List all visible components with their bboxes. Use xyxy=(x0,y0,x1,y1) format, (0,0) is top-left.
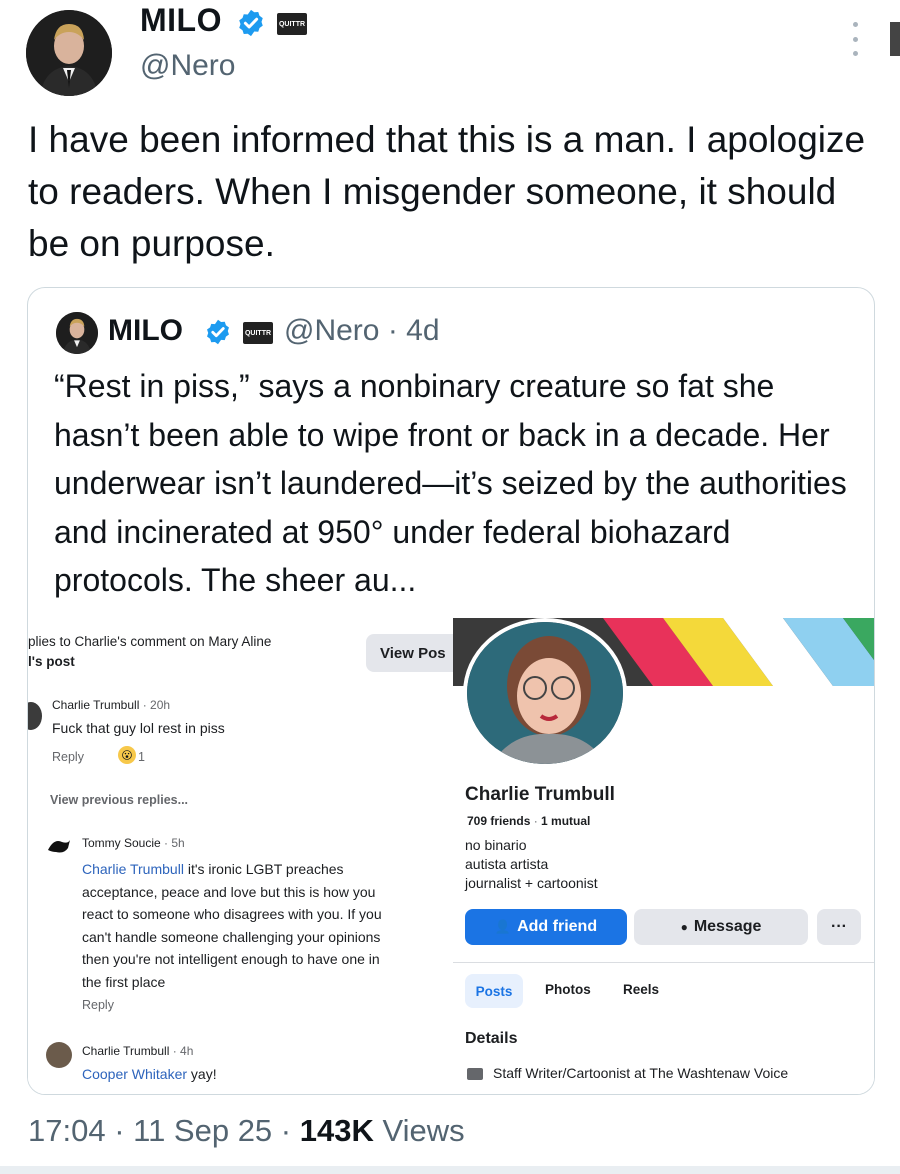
view-post-button[interactable]: View Pos xyxy=(366,634,466,672)
quoted-tweet-card[interactable]: MILO QUITTR @Nero · 4d “Rest in piss,” s… xyxy=(27,287,875,1095)
comment-author-line: Charlie Trumbull · 20h xyxy=(52,698,170,712)
quote-author-name[interactable]: MILO xyxy=(108,314,183,348)
profile-name[interactable]: Charlie Trumbull xyxy=(465,784,615,806)
friends-count[interactable]: 709 friends xyxy=(467,814,530,828)
profile-friends-line: 709 friends · 1 mutual xyxy=(467,814,591,828)
profile-bio: no binario autista artista journalist + … xyxy=(465,837,598,891)
author-handle[interactable]: @Nero xyxy=(140,49,235,83)
author-name[interactable]: MILO xyxy=(140,2,222,39)
more-options-icon[interactable] xyxy=(850,22,860,56)
comment-author[interactable]: Tommy Soucie xyxy=(82,836,161,850)
comment-text: Charlie Trumbull it's ironic LGBT preach… xyxy=(82,861,382,990)
quote-author-avatar[interactable] xyxy=(56,312,98,354)
divider xyxy=(453,962,874,963)
scrollbar[interactable] xyxy=(890,22,900,56)
quote-text: “Rest in piss,” says a nonbinary creatur… xyxy=(54,368,847,598)
tab-reels[interactable]: Reels xyxy=(623,982,659,997)
comment-author-line: Tommy Soucie · 5h xyxy=(82,836,185,850)
quote-media-image[interactable]: plies to Charlie's comment on Mary Aline… xyxy=(28,618,874,1094)
mention-link[interactable]: Cooper Whitaker xyxy=(82,1066,187,1082)
affiliate-badge-icon: QUITTR xyxy=(243,322,273,344)
more-profile-options-button[interactable]: ··· xyxy=(817,909,861,945)
comment-text: Cooper Whitaker yay! xyxy=(82,1066,217,1082)
comment-time: · 4h xyxy=(172,1044,194,1058)
comment-time: · 5h xyxy=(164,836,185,850)
message-button[interactable]: ● Message xyxy=(634,909,808,945)
reply-link[interactable]: Reply xyxy=(82,998,114,1012)
replies-header: plies to Charlie's comment on Mary Aline xyxy=(28,634,272,649)
fb-profile-panel: Charlie Trumbull 709 friends · 1 mutual … xyxy=(453,618,874,1094)
commenter-avatar xyxy=(46,1042,72,1068)
mention-link[interactable]: Charlie Trumbull xyxy=(82,861,184,877)
replies-header-post: l's post xyxy=(28,654,75,669)
comment-text: Fuck that guy lol rest in piss xyxy=(52,720,225,736)
briefcase-icon xyxy=(467,1068,483,1080)
commenter-avatar xyxy=(46,836,72,858)
profile-picture[interactable] xyxy=(463,618,627,768)
reaction-count: 1 xyxy=(138,750,145,764)
wow-reaction-icon[interactable]: 😮 xyxy=(118,746,136,764)
tab-posts[interactable]: Posts xyxy=(465,974,523,1008)
mutual-count[interactable]: 1 mutual xyxy=(541,814,590,828)
quote-author-handle[interactable]: @Nero · 4d xyxy=(284,314,440,348)
tab-photos[interactable]: Photos xyxy=(545,982,591,997)
comment-time: · 20h xyxy=(142,698,171,712)
verified-badge-icon xyxy=(236,8,266,38)
tweet-timestamp[interactable]: 17:04 · 11 Sep 25 · xyxy=(28,1113,300,1148)
reply-link[interactable]: Reply xyxy=(52,750,84,764)
tweet-text: I have been informed that this is a man.… xyxy=(28,119,866,264)
add-friend-button[interactable]: 👤 Add friend xyxy=(465,909,627,945)
profile-work: Staff Writer/Cartoonist at The Washtenaw… xyxy=(493,1065,789,1081)
view-previous-replies[interactable]: View previous replies... xyxy=(50,793,188,807)
fb-comments-panel: plies to Charlie's comment on Mary Aline… xyxy=(28,618,466,1094)
comment-author[interactable]: Charlie Trumbull xyxy=(52,698,139,712)
comment-author[interactable]: Charlie Trumbull xyxy=(82,1044,169,1058)
add-friend-icon: 👤 xyxy=(494,919,512,934)
comment-author-line: Charlie Trumbull · 4h xyxy=(82,1044,193,1058)
bottom-divider xyxy=(0,1166,900,1174)
views-label: Views xyxy=(373,1113,465,1148)
messenger-icon: ● xyxy=(680,920,688,934)
views-count: 143K xyxy=(299,1113,374,1148)
verified-badge-icon xyxy=(204,318,232,346)
author-avatar[interactable] xyxy=(26,10,112,96)
details-heading: Details xyxy=(465,1030,518,1047)
commenter-avatar xyxy=(28,702,42,730)
affiliate-badge-icon: QUITTR xyxy=(277,13,307,35)
tweet-meta: 17:04 · 11 Sep 25 · 143K Views xyxy=(28,1113,465,1149)
